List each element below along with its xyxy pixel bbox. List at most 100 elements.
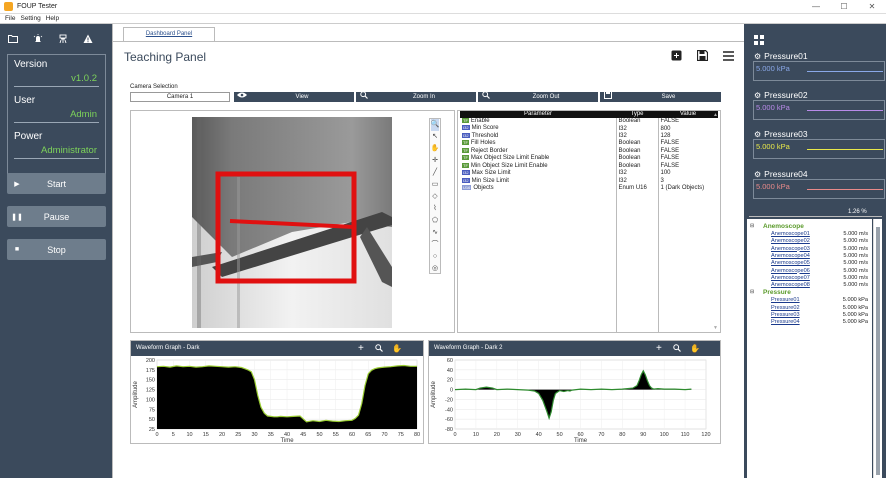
cursor-plus-icon[interactable]: +: [358, 341, 364, 356]
polygon-tool-icon[interactable]: ⬠: [432, 215, 438, 227]
rectangle-tool-icon[interactable]: ▭: [432, 179, 439, 191]
tree-item[interactable]: Anemoscope02 5.000 m/s: [747, 238, 872, 245]
camera-image-viewer[interactable]: [130, 110, 455, 333]
scroll-up-icon[interactable]: ▲: [713, 112, 718, 118]
zoom-in-button[interactable]: Zoom In: [356, 91, 476, 103]
tree-item-label[interactable]: Anemoscope03: [771, 246, 810, 253]
export-icon[interactable]: [671, 50, 682, 64]
menu-help[interactable]: Help: [46, 15, 59, 22]
line-tool-icon[interactable]: ╱: [433, 167, 437, 179]
parameter-row[interactable]: I32 Max Size Limit I32 100: [460, 170, 718, 178]
tree-item-label[interactable]: Anemoscope08: [771, 282, 810, 289]
tree-item-label[interactable]: Anemoscope02: [771, 238, 810, 245]
tree-item[interactable]: Anemoscope04 5.000 m/s: [747, 253, 872, 260]
tree-item-label[interactable]: Anemoscope04: [771, 253, 810, 260]
collapse-icon[interactable]: ⊟: [750, 223, 754, 230]
start-button[interactable]: ▶ Start: [7, 173, 106, 194]
stop-button[interactable]: ■ Stop: [7, 239, 106, 260]
tree-item[interactable]: Anemoscope03 5.000 m/s: [747, 246, 872, 253]
parameter-row[interactable]: TF Fill Holes Boolean FALSE: [460, 140, 718, 148]
tree-item[interactable]: Anemoscope07 5.000 m/s: [747, 275, 872, 282]
cursor-plus-icon[interactable]: +: [656, 341, 662, 356]
tree-group[interactable]: ⊟ Pressure: [747, 289, 872, 296]
parameter-value[interactable]: FALSE: [658, 148, 718, 155]
parameter-value[interactable]: FALSE: [658, 163, 718, 170]
parameter-value[interactable]: 3: [658, 178, 718, 185]
robot-icon[interactable]: [58, 34, 68, 47]
parameter-value[interactable]: 800: [658, 125, 718, 132]
polyline-tool-icon[interactable]: ⌇: [433, 203, 436, 215]
tree-item[interactable]: Anemoscope06 5.000 m/s: [747, 268, 872, 275]
parameter-row[interactable]: I32 Threshold I32 128: [460, 132, 718, 141]
tree-item[interactable]: Pressure03 5.000 kPa: [747, 312, 872, 319]
zoom-tool-icon[interactable]: 🔍: [430, 119, 440, 131]
parameter-row[interactable]: U16 Objects Enum U16 1 (Dark Objects): [460, 185, 718, 193]
scroll-down-icon[interactable]: ▼: [713, 325, 718, 331]
tree-item[interactable]: Pressure01 5.000 kPa: [747, 297, 872, 304]
menu-icon[interactable]: [723, 50, 734, 64]
tree-item-label[interactable]: Pressure04: [771, 319, 800, 326]
parameter-row[interactable]: TF Reject Border Boolean FALSE: [460, 147, 718, 156]
zoom-in-icon: [356, 91, 372, 103]
oval-tool-icon[interactable]: ○: [433, 251, 437, 263]
parameter-row[interactable]: I32 Min Size Limit I32 3: [460, 177, 718, 186]
alarm-icon[interactable]: [33, 34, 43, 47]
tree-item-label[interactable]: Anemoscope05: [771, 260, 810, 267]
maximize-button[interactable]: ☐: [830, 0, 858, 14]
graph-pan-icon[interactable]: ✋: [392, 341, 402, 356]
menu-file[interactable]: File: [5, 15, 15, 22]
tree-item[interactable]: Anemoscope01 5.000 m/s: [747, 231, 872, 238]
rotated-rect-tool-icon[interactable]: ◇: [432, 191, 437, 203]
parameter-row[interactable]: TF Enable Boolean FALSE: [460, 118, 718, 126]
collapse-icon[interactable]: ⊟: [750, 289, 754, 296]
parameter-value[interactable]: 128: [658, 133, 718, 140]
type-tag-icon: I32: [462, 132, 470, 138]
save-button[interactable]: Save: [600, 91, 721, 102]
graph-pan-icon[interactable]: ✋: [690, 341, 700, 356]
minimize-button[interactable]: —: [802, 0, 830, 14]
pointer-tool-icon[interactable]: ↖: [432, 131, 438, 143]
tree-item-label[interactable]: Anemoscope01: [771, 231, 810, 238]
type-tag-icon: TF: [462, 147, 469, 153]
tree-item-label[interactable]: Pressure01: [771, 297, 800, 304]
parameter-row[interactable]: TF Max Object Size Limit Enable Boolean FAL…: [460, 155, 718, 163]
tree-group[interactable]: ⊟ Anemoscope: [747, 223, 872, 230]
tree-item[interactable]: Pressure04 5.000 kPa: [747, 319, 872, 326]
grid-icon[interactable]: [754, 35, 764, 47]
pause-button[interactable]: ❚❚ Pause: [7, 206, 106, 227]
freeline-tool-icon[interactable]: ⌒: [432, 239, 439, 251]
annulus-tool-icon[interactable]: ◎: [432, 263, 438, 275]
parameter-value[interactable]: FALSE: [658, 140, 718, 147]
view-button[interactable]: View: [234, 92, 354, 102]
parameter-row[interactable]: I32 Min Score I32 800: [460, 125, 718, 133]
tree-item-label[interactable]: Pressure02: [771, 305, 800, 312]
parameter-value[interactable]: 1 (Dark Objects): [658, 185, 718, 192]
folder-icon[interactable]: [8, 34, 18, 47]
warning-icon[interactable]: [83, 34, 93, 47]
save-disk-icon[interactable]: [696, 49, 709, 64]
parameter-value[interactable]: FALSE: [658, 118, 718, 125]
graph-zoom-icon[interactable]: [673, 341, 681, 357]
tree-item[interactable]: Anemoscope05 5.000 m/s: [747, 260, 872, 267]
point-tool-icon[interactable]: ✛: [432, 155, 438, 167]
camera-select[interactable]: Camera 1: [130, 92, 230, 102]
tree-item-label[interactable]: Pressure03: [771, 312, 800, 319]
tree-item[interactable]: Anemoscope08 5.000 m/s: [747, 282, 872, 289]
x-tick-label: 65: [365, 432, 371, 438]
zoom-out-button[interactable]: Zoom Out: [478, 91, 598, 102]
menu-setting[interactable]: Setting: [20, 15, 40, 22]
tree-scrollbar[interactable]: [873, 219, 882, 478]
freehand-tool-icon[interactable]: ∿: [432, 227, 438, 239]
tree-item-label[interactable]: Anemoscope06: [771, 268, 810, 275]
pan-tool-icon[interactable]: ✋: [431, 143, 440, 155]
parameter-value[interactable]: 100: [658, 170, 718, 177]
y-axis-label: Amplitude: [431, 381, 437, 408]
graph-zoom-icon[interactable]: [375, 341, 383, 357]
tree-item-label[interactable]: Anemoscope07: [771, 275, 810, 282]
parameter-value[interactable]: FALSE: [658, 155, 718, 162]
tab-dashboard-panel[interactable]: Dashboard Panel: [123, 27, 215, 41]
x-tick-label: 25: [235, 432, 241, 438]
parameter-row[interactable]: TF Min Object Size Limit Enable Boolean FAL…: [460, 162, 718, 171]
close-button[interactable]: ✕: [858, 0, 886, 14]
tree-item[interactable]: Pressure02 5.000 kPa: [747, 305, 872, 312]
